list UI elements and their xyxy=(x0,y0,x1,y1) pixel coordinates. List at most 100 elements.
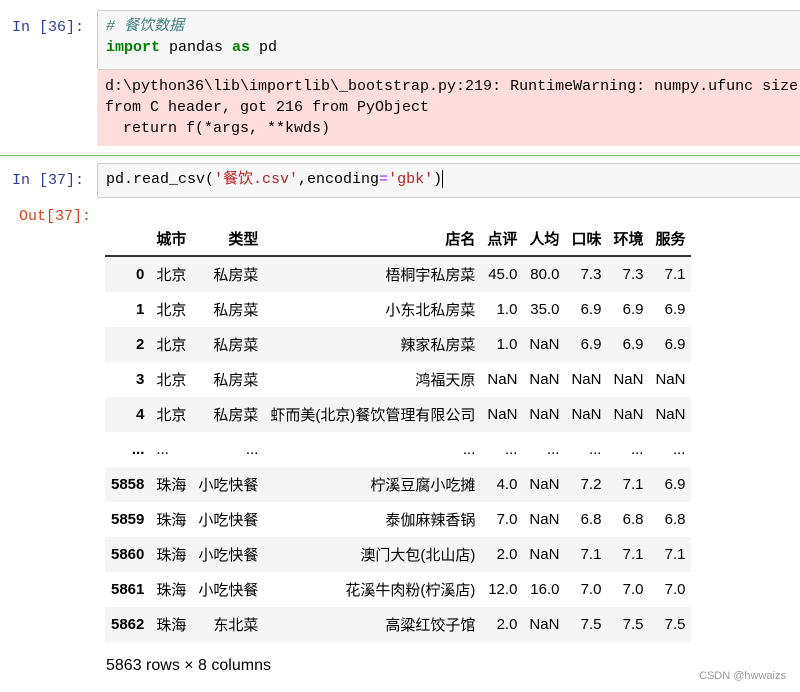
table-cell: 7.1 xyxy=(622,546,644,563)
table-cell: NaN xyxy=(571,406,602,423)
table-cell: 柠溪豆腐小吃摊 xyxy=(370,477,476,494)
table-cell: 6.8 xyxy=(664,511,686,528)
code-string: 'gbk' xyxy=(388,171,434,188)
table-cell: 7.5 xyxy=(580,616,602,633)
table-cell: 7.5 xyxy=(664,616,686,633)
table-cell: 35.0 xyxy=(530,301,560,318)
table-cell: 45.0 xyxy=(488,266,518,283)
table-cell: 12.0 xyxy=(488,581,518,598)
code-cell-input[interactable]: # 餐饮数据 import pandas as pd xyxy=(97,10,800,70)
table-cell: 高粱红饺子馆 xyxy=(385,617,476,634)
table-cell: 泰伽麻辣香锅 xyxy=(385,512,476,529)
column-header: 点评 xyxy=(481,221,524,257)
row-index: 5862 xyxy=(111,616,145,633)
table-cell: 私房菜 xyxy=(213,302,259,319)
row-index: 2 xyxy=(136,336,145,353)
code-string: '餐饮.csv' xyxy=(214,171,299,188)
row-index: 4 xyxy=(136,406,145,423)
column-header: 口味 xyxy=(565,221,608,257)
dataframe-shape: 5863 rows × 8 columns xyxy=(106,657,271,674)
table-cell: 7.3 xyxy=(580,266,602,283)
table-cell: 7.1 xyxy=(664,546,686,563)
code-text: ) xyxy=(433,171,443,188)
table-cell: ... xyxy=(672,441,686,458)
table-cell: 辣家私房菜 xyxy=(400,337,476,354)
table-cell: 鸿福天原 xyxy=(415,372,476,389)
code-keyword: import xyxy=(106,39,161,56)
table-cell: 北京 xyxy=(156,302,187,319)
table-row: 2 北京 私房菜 辣家私房菜 1.0 NaN 6.9 6.9 6.9 xyxy=(105,327,692,362)
table-cell: NaN xyxy=(529,476,560,493)
row-index: ... xyxy=(131,441,145,458)
table-cell: NaN xyxy=(655,371,686,388)
table-cell: 6.9 xyxy=(664,301,686,318)
column-header: 类型 xyxy=(192,221,265,257)
column-header: 环境 xyxy=(607,221,650,257)
code-text: pd xyxy=(250,39,278,56)
code-cell-input[interactable]: pd.read_csv('餐饮.csv',encoding='gbk') xyxy=(97,163,800,198)
table-cell: 4.0 xyxy=(496,476,518,493)
table-cell: 7.5 xyxy=(622,616,644,633)
table-cell: 北京 xyxy=(156,372,187,389)
code-text: ,encoding xyxy=(298,171,380,188)
table-cell: 珠海 xyxy=(156,582,187,599)
table-cell: 7.1 xyxy=(580,546,602,563)
table-cell: 小吃快餐 xyxy=(198,512,259,529)
table-cell: 梧桐宇私房菜 xyxy=(385,267,476,284)
table-cell: 7.0 xyxy=(622,581,644,598)
text-cursor xyxy=(442,170,444,189)
table-row: 5862 珠海 东北菜 高粱红饺子馆 2.0 NaN 7.5 7.5 7.5 xyxy=(105,607,692,642)
table-row: 0 北京 私房菜 梧桐宇私房菜 45.0 80.0 7.3 7.3 7.1 xyxy=(105,256,692,292)
row-index: 1 xyxy=(136,301,145,318)
table-cell: 6.9 xyxy=(622,336,644,353)
table-row: 5861 珠海 小吃快餐 花溪牛肉粉(柠溪店) 12.0 16.0 7.0 7.0 7.0 xyxy=(105,572,691,607)
table-cell: 6.9 xyxy=(622,301,644,318)
table-cell: NaN xyxy=(529,511,560,528)
table-cell: 私房菜 xyxy=(213,372,259,389)
table-cell: 珠海 xyxy=(156,477,187,494)
code-text: pd.read_csv( xyxy=(106,171,215,188)
column-header: 人均 xyxy=(523,221,566,257)
table-row: 5859 珠海 小吃快餐 泰伽麻辣香锅 7.0 NaN 6.8 6.8 6.8 xyxy=(105,502,691,537)
table-cell: ... xyxy=(630,441,644,458)
row-index: 3 xyxy=(136,371,145,388)
code-operator: = xyxy=(379,171,389,188)
table-cell: 私房菜 xyxy=(213,337,259,354)
table-cell: NaN xyxy=(529,616,560,633)
table-cell: 私房菜 xyxy=(213,407,259,424)
table-row: 3 北京 私房菜 鸿福天原 NaN NaN NaN NaN NaN xyxy=(105,362,691,397)
table-cell: 珠海 xyxy=(156,617,187,634)
table-cell: 6.9 xyxy=(664,476,686,493)
table-row: ........................... xyxy=(105,432,691,467)
table-cell: 6.8 xyxy=(622,511,644,528)
cell-separator xyxy=(0,155,800,156)
table-cell: NaN xyxy=(529,336,560,353)
cell-prompt: In [37]: xyxy=(12,172,85,189)
column-header: 服务 xyxy=(649,221,692,257)
table-cell: 私房菜 xyxy=(213,267,259,284)
row-index: 5858 xyxy=(111,476,145,493)
column-header: 店名 xyxy=(264,221,482,257)
row-index: 0 xyxy=(136,266,145,283)
table-cell: 7.1 xyxy=(664,266,686,283)
table-cell: 小吃快餐 xyxy=(198,547,259,564)
table-row: 4 北京 私房菜 虾而美(北京)餐饮管理有限公司 NaN NaN NaN NaN NaN xyxy=(105,397,692,432)
column-header xyxy=(105,221,151,257)
table-cell: 花溪牛肉粉(柠溪店) xyxy=(345,582,476,599)
row-index: 5861 xyxy=(111,581,145,598)
table-cell: 北京 xyxy=(156,407,187,424)
table-cell: 80.0 xyxy=(530,266,560,283)
table-cell: ... xyxy=(546,441,560,458)
table-cell: ... xyxy=(156,441,169,458)
table-cell: 珠海 xyxy=(156,547,187,564)
table-cell: 东北菜 xyxy=(213,617,259,634)
table-cell: 6.9 xyxy=(580,301,602,318)
table-cell: 1.0 xyxy=(496,336,518,353)
table-cell: 7.3 xyxy=(622,266,644,283)
table-cell: NaN xyxy=(613,406,644,423)
table-cell: 北京 xyxy=(156,337,187,354)
table-cell: NaN xyxy=(571,371,602,388)
cell-prompt: In [36]: xyxy=(12,19,85,36)
table-cell: NaN xyxy=(613,371,644,388)
code-text: pandas xyxy=(160,39,233,56)
